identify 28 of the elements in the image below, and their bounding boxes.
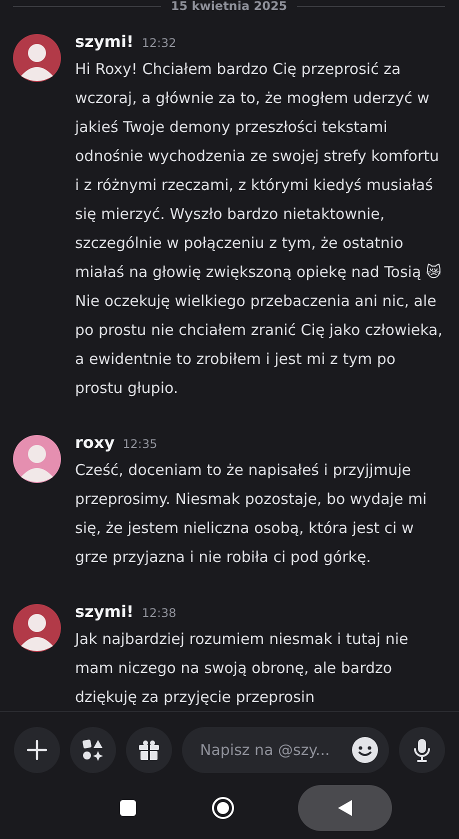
message-field[interactable]: Napisz na @szy... <box>182 726 389 772</box>
avatar-icon[interactable] <box>13 34 61 82</box>
microphone-icon <box>412 738 432 762</box>
square-icon <box>120 800 136 816</box>
apps-button[interactable] <box>70 726 116 772</box>
message-time: 12:35 <box>122 437 158 451</box>
back-icon <box>336 799 352 817</box>
gift-icon <box>138 738 160 760</box>
author-name[interactable]: szymi! <box>75 32 134 51</box>
message-text: Cześć, doceniam to że napisałeś i przyjjmuje przeprosimy. Niesmak pozostaje, bo wydaje mi się, że jestem nieliczna osobą, która jest ci w grze przyjazna i nie robiła ci pod górkę. <box>75 460 428 568</box>
message-time: 12:32 <box>142 36 176 50</box>
message-input[interactable]: Napisz na @szy... <box>198 740 343 760</box>
shapes-icon <box>82 738 104 760</box>
message-time: 12:38 <box>142 606 176 620</box>
avatar-icon[interactable] <box>13 435 61 483</box>
author-name[interactable]: szymi! <box>75 602 134 621</box>
date-divider: 15 kwietnia 2025 <box>170 0 288 12</box>
avatar-icon[interactable] <box>13 604 61 652</box>
microphone-button[interactable] <box>399 726 445 772</box>
emoji-icon[interactable] <box>351 736 379 764</box>
back-button[interactable] <box>298 785 392 831</box>
plus-icon <box>25 738 49 762</box>
home-icon <box>210 796 234 820</box>
author-name[interactable]: roxy <box>75 433 115 452</box>
message-text: Hi Roxy! Chciałem bardzo Cię przeprosić za wczoraj, a głównie za to, że mogłem uderzyć w jakieś Twoje demony przeszłości tekstami odnośnie wychodzenia ze swojej strefy komfortu i z różnymi rzeczami, z którymi kiedyś musiałaś się mierzyć. Wyszło bardzo nietaktownie, szczególnie w połączeniu z tym, że ostatnio miałaś na głowię zwiększoną opiekę nad Tosią 😿 Nie oczekuję wielkiego przebaczenia ani nic, ale po prostu nie chciałem zranić Cię jako człowieka, a ewidentnie to zrobiłem i jest mi z tym po prostu głupio. <box>75 59 444 399</box>
gift-button[interactable] <box>126 726 172 772</box>
plus-button[interactable] <box>14 726 60 772</box>
message-text: Jak najbardziej rozumiem niesmak i tutaj nie mam niczego na swoją obronę, ale bardzo dziękuję za przyjęcie przeprosin <box>75 629 410 708</box>
